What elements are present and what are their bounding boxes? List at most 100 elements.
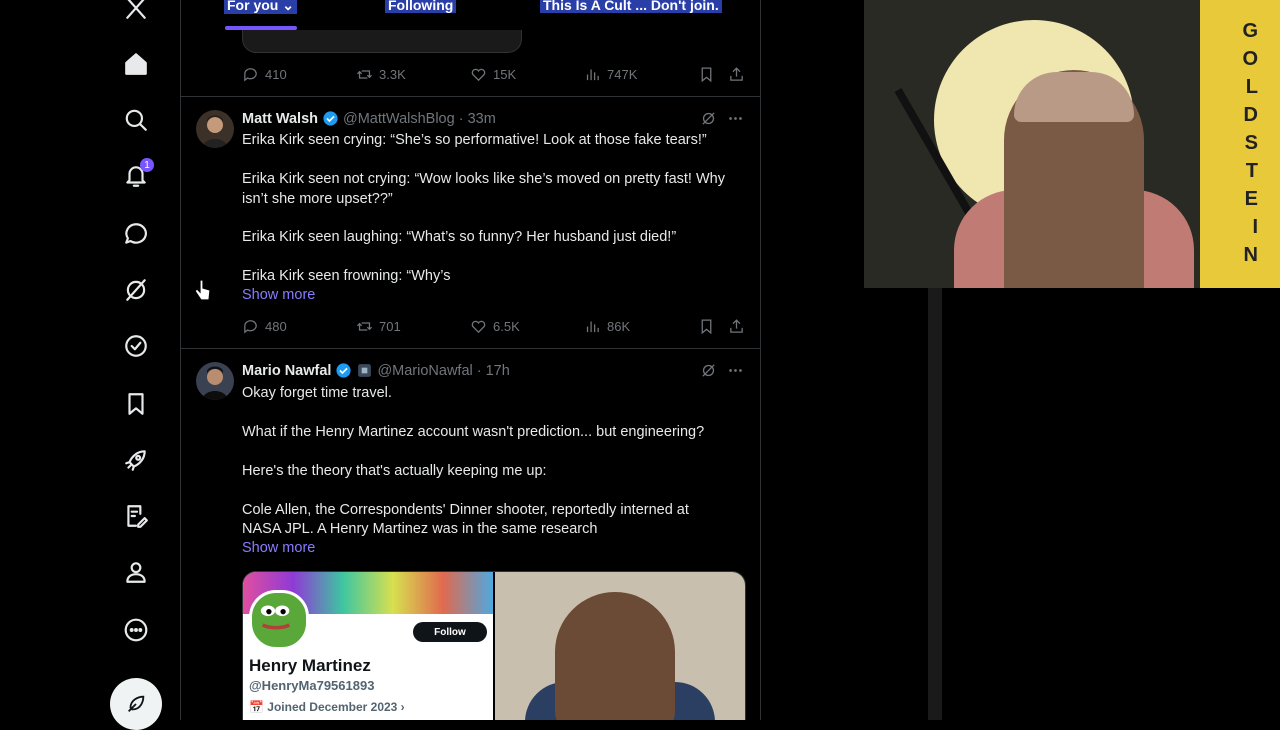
like-button[interactable]: 6.5K — [470, 318, 520, 335]
previous-post-media[interactable] — [242, 30, 522, 53]
share-icon — [730, 67, 743, 81]
home-icon[interactable] — [122, 50, 150, 78]
share-button[interactable] — [728, 318, 745, 335]
show-more-link[interactable]: Show more — [242, 287, 315, 303]
more-dots-icon[interactable] — [727, 362, 744, 379]
more-options-icon[interactable] — [122, 616, 150, 644]
tweet-header: Mario Nawfal @MarioNawfal · 17h — [242, 362, 510, 379]
person-photo-image[interactable] — [495, 572, 745, 720]
photo-face — [555, 592, 675, 720]
profile-joined-date: 📅 Joined December 2023 › — [249, 700, 405, 714]
tweet-menu — [700, 362, 744, 379]
tab-following[interactable]: Following — [385, 0, 457, 13]
grok-icon[interactable] — [700, 362, 717, 379]
profile-icon[interactable] — [122, 558, 150, 586]
heart-icon — [471, 320, 486, 334]
bookmark-icon — [701, 67, 712, 83]
hand-cursor-icon — [194, 279, 211, 301]
goldstein-banner: G O L D S T E I N — [1200, 0, 1280, 288]
scrollbar-track[interactable] — [928, 288, 942, 720]
chat-bubble-icon[interactable] — [122, 220, 150, 248]
tweet-text-line: Erika Kirk seen crying: “She’s so perfor… — [242, 132, 707, 148]
divider — [180, 348, 760, 349]
avatar[interactable] — [196, 110, 234, 148]
views-button[interactable]: 747K — [584, 66, 637, 83]
share-button[interactable] — [728, 66, 745, 83]
compose-post-button[interactable] — [110, 678, 162, 730]
grok-icon[interactable] — [700, 110, 717, 127]
reply-icon — [244, 68, 257, 82]
previous-post-actions: 410 3.3K 15K 747K — [242, 66, 748, 86]
banner-letter: O — [1242, 48, 1258, 70]
author-name[interactable]: Mario Nawfal — [242, 363, 331, 379]
tab-for-you[interactable]: For you ⌄ — [224, 0, 297, 14]
articles-icon[interactable] — [122, 502, 150, 530]
verified-badge-icon — [336, 363, 352, 378]
streamer-cap — [1014, 72, 1134, 122]
avatar[interactable] — [196, 362, 234, 400]
profile-avatar-pepe — [249, 590, 309, 650]
show-more-link[interactable]: Show more — [242, 540, 315, 556]
tweet-text-line: Erika Kirk seen frowning: “Why’s — [242, 268, 451, 284]
notification-count-badge: 1 — [140, 158, 154, 172]
tab-custom-list[interactable]: This Is A Cult ... Don't join. — [540, 0, 722, 13]
banner-letter: G — [1242, 20, 1258, 42]
reply-icon — [244, 320, 257, 334]
banner-letter: T — [1245, 160, 1258, 182]
author-handle[interactable]: @MattWalshBlog · 33m — [343, 111, 496, 127]
verified-orgs-icon[interactable] — [122, 332, 150, 360]
repost-icon — [356, 322, 373, 331]
author-handle[interactable]: @MarioNawfal · 17h — [377, 363, 509, 379]
tweet-text-line: Here's the theory that's actually keepin… — [242, 463, 547, 479]
reply-count: 480 — [265, 319, 287, 334]
bookmarks-icon[interactable] — [122, 390, 150, 418]
grok-icon[interactable] — [122, 276, 150, 304]
banner-letter: D — [1243, 104, 1258, 126]
like-button[interactable]: 15K — [470, 66, 516, 83]
affiliate-badge-icon — [358, 364, 372, 377]
bookmark-button[interactable] — [698, 66, 715, 83]
search-icon[interactable] — [122, 106, 150, 134]
tweet-text-line: Erika Kirk seen not crying: “Wow looks l… — [242, 171, 725, 187]
tweet-media-grid[interactable]: Follow Henry Martinez @HenryMa79561893 📅… — [242, 571, 746, 720]
tweet-text-line: Okay forget time travel. — [242, 385, 392, 401]
repost-button[interactable]: 3.3K — [356, 66, 406, 83]
x-logo-icon[interactable] — [122, 0, 150, 22]
profile-screenshot-image[interactable]: Follow Henry Martinez @HenryMa79561893 📅… — [243, 572, 493, 720]
views-button[interactable]: 86K — [584, 318, 630, 335]
reply-count: 410 — [265, 67, 287, 82]
tweet-text-line: What if the Henry Martinez account wasn'… — [242, 424, 705, 440]
tweet-header: Matt Walsh @MattWalshBlog · 33m — [242, 110, 496, 127]
banner-letter: S — [1244, 132, 1258, 154]
author-name[interactable]: Matt Walsh — [242, 111, 318, 127]
divider — [180, 96, 760, 97]
follow-button: Follow — [413, 622, 487, 642]
profile-handle: @HenryMa79561893 — [249, 678, 375, 693]
tab-for-you-label: For you — [227, 0, 279, 13]
tweet-actions: 480 701 6.5K 86K — [242, 318, 748, 338]
heart-icon — [471, 68, 486, 82]
repost-button[interactable]: 701 — [356, 318, 401, 335]
view-count: 86K — [607, 319, 631, 334]
reply-button[interactable]: 410 — [242, 66, 287, 83]
views-icon — [586, 69, 599, 81]
profile-joined-text: Joined December 2023 › — [267, 700, 405, 714]
bookmark-button[interactable] — [698, 318, 715, 335]
tweet-text-line: Erika Kirk seen laughing: “What’s so fun… — [242, 229, 677, 245]
banner-letter: N — [1243, 244, 1258, 266]
banner-letter: I — [1252, 216, 1258, 238]
repost-count: 701 — [379, 319, 401, 334]
tweet-text-line: Cole Allen, the Correspondents' Dinner s… — [242, 502, 689, 518]
like-count: 6.5K — [493, 319, 520, 334]
profile-name: Henry Martinez — [249, 656, 371, 675]
rocket-icon[interactable] — [122, 446, 150, 474]
tweet-text-line: NASA JPL. A Henry Martinez was in the sa… — [242, 521, 598, 537]
left-sidebar: 1 — [0, 0, 181, 730]
notifications-bell-icon[interactable]: 1 — [122, 158, 154, 190]
more-dots-icon[interactable] — [727, 110, 744, 127]
share-icon — [730, 319, 743, 333]
tweet-text-line: isn’t she more upset??” — [242, 191, 393, 207]
timeline-feed: For you ⌄ Following This Is A Cult ... D… — [180, 0, 761, 720]
webcam-overlay: G O L D S T E I N — [864, 0, 1280, 288]
reply-button[interactable]: 480 — [242, 318, 287, 335]
